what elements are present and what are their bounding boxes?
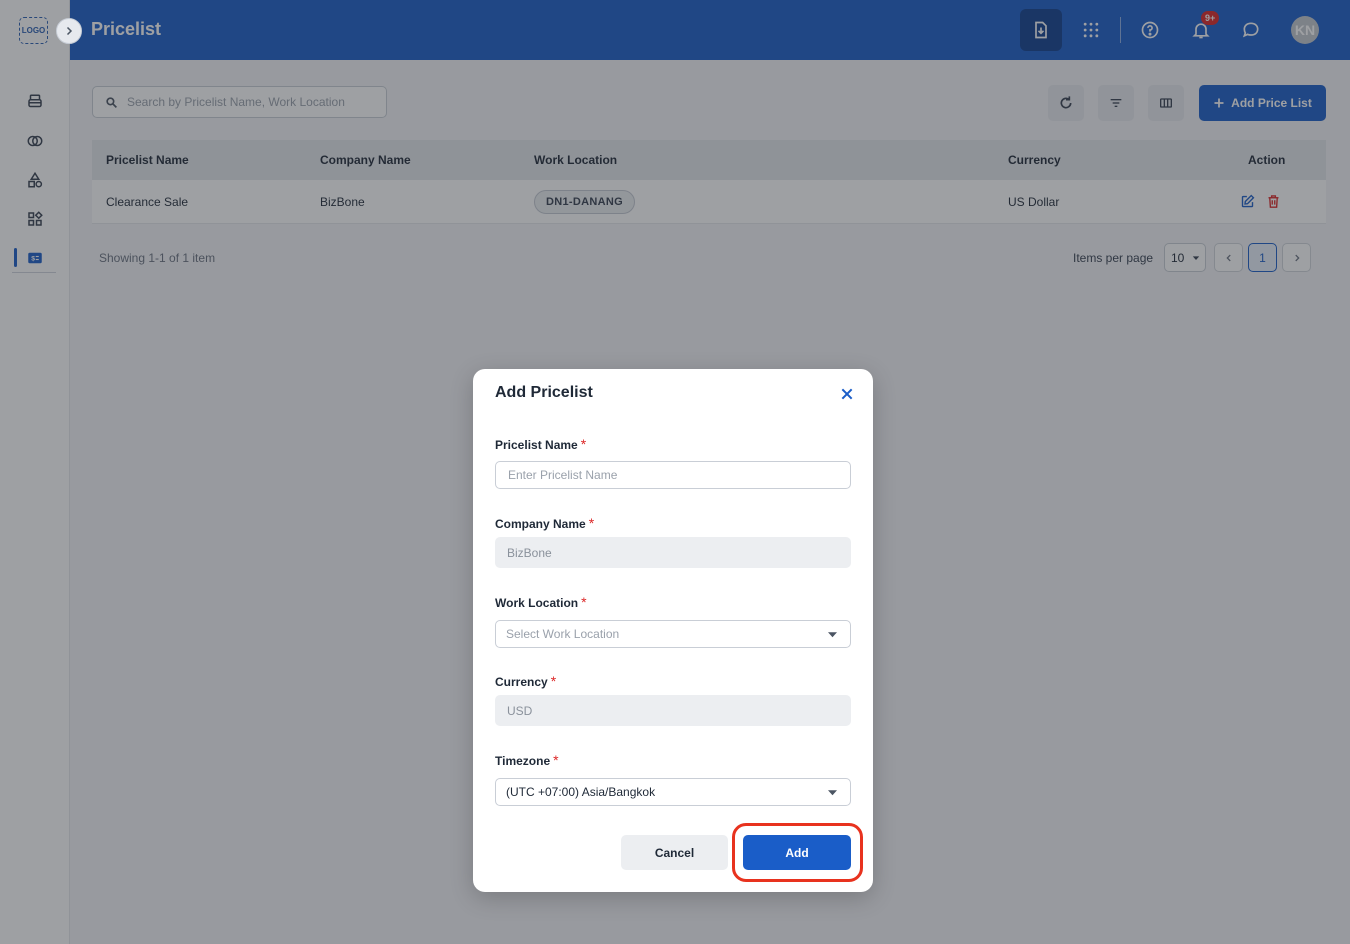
add-button[interactable]: Add — [743, 835, 851, 870]
work-location-label-text: Work Location — [495, 596, 579, 610]
pricelist-name-label-text: Pricelist Name — [495, 438, 578, 452]
company-name-field: BizBone — [495, 537, 851, 568]
caret-down-icon — [828, 631, 837, 637]
close-button[interactable] — [840, 387, 854, 401]
pricelist-name-input[interactable] — [508, 468, 828, 482]
work-location-placeholder: Select Work Location — [506, 627, 620, 641]
add-pricelist-modal: Add Pricelist Pricelist Name* Company Na… — [473, 369, 873, 892]
required-mark: * — [550, 673, 557, 689]
company-name-label-text: Company Name — [495, 517, 586, 531]
required-mark: * — [580, 436, 587, 452]
pricelist-name-field[interactable] — [495, 461, 851, 489]
timezone-select[interactable]: (UTC +07:00) Asia/Bangkok — [495, 778, 851, 806]
currency-field: USD — [495, 695, 851, 726]
work-location-label: Work Location * — [495, 594, 587, 610]
timezone-value: (UTC +07:00) Asia/Bangkok — [506, 785, 656, 799]
timezone-label-text: Timezone — [495, 754, 551, 768]
pricelist-name-label: Pricelist Name * — [495, 436, 586, 452]
currency-label-text: Currency — [495, 675, 548, 689]
caret-down-icon — [828, 789, 837, 795]
cancel-button[interactable]: Cancel — [621, 835, 728, 870]
required-mark: * — [581, 594, 587, 610]
currency-label: Currency * — [495, 673, 556, 689]
modal-title: Add Pricelist — [495, 384, 593, 401]
required-mark: * — [553, 752, 559, 768]
chevron-right-icon — [66, 26, 73, 36]
company-name-label: Company Name * — [495, 515, 594, 531]
close-icon — [841, 388, 853, 400]
timezone-label: Timezone * — [495, 752, 559, 768]
sidebar-expand-button[interactable] — [56, 18, 82, 44]
required-mark: * — [588, 515, 595, 531]
work-location-select[interactable]: Select Work Location — [495, 620, 851, 648]
